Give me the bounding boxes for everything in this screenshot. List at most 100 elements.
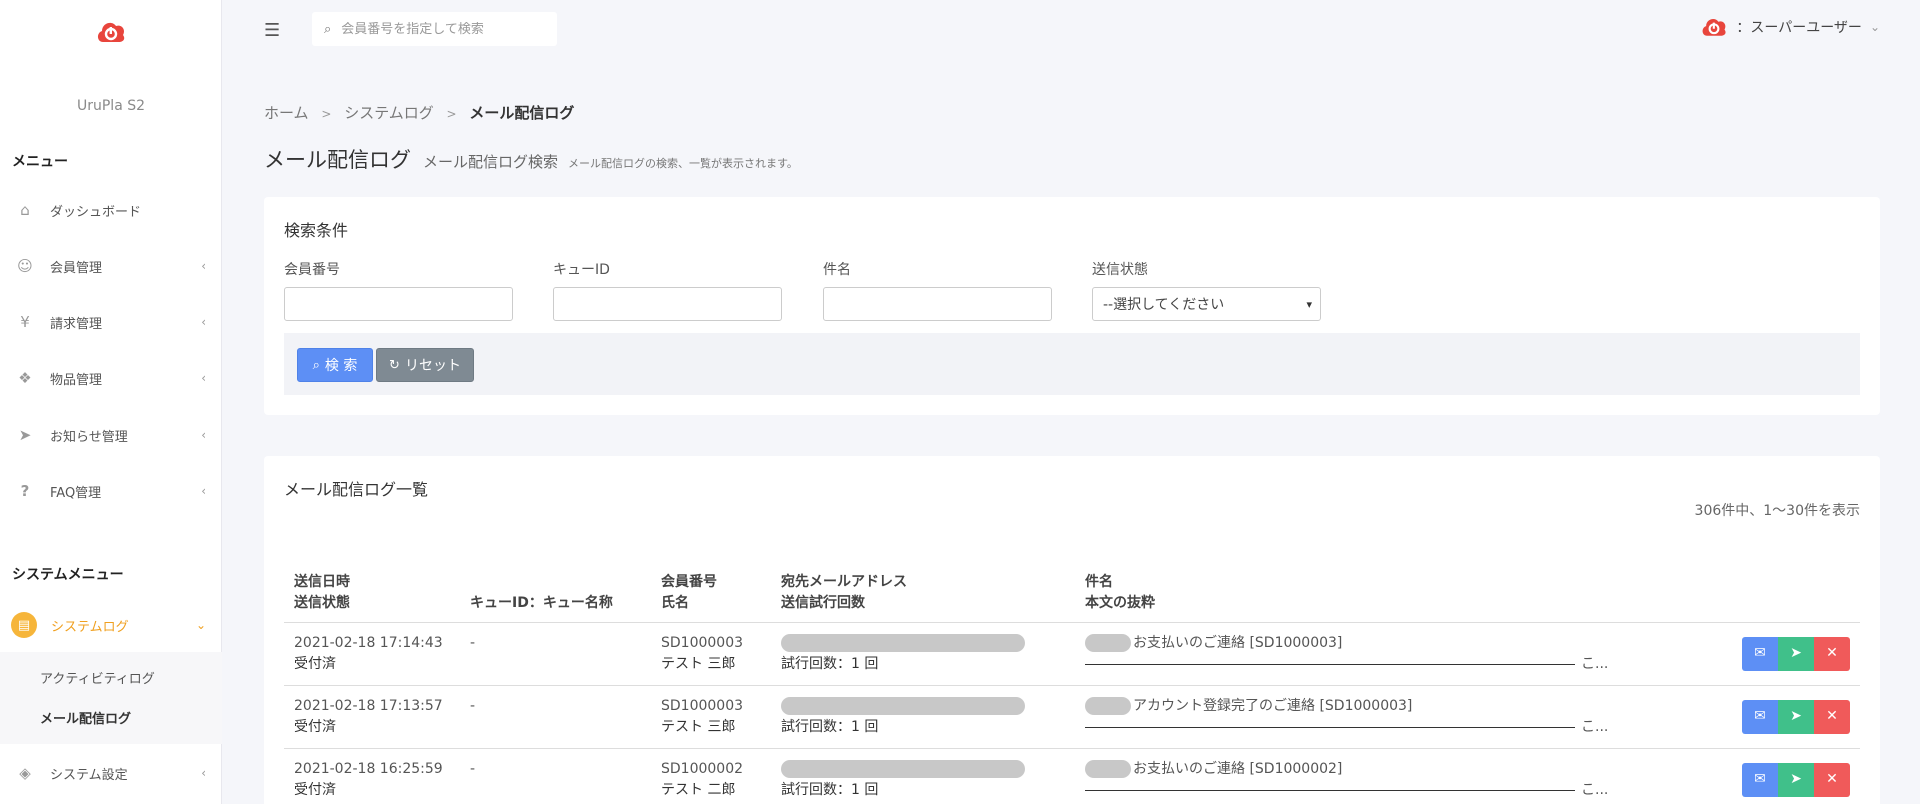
- mail-icon[interactable]: ✉: [1742, 762, 1778, 797]
- sidebar-item-label: システム設定: [50, 767, 128, 783]
- table-row: 2021-02-18 16:25:59 受付済 - SD1000002 テスト …: [284, 748, 1860, 804]
- delete-icon[interactable]: ✕: [1814, 636, 1850, 671]
- row-excerpt: こ...: [1581, 781, 1609, 798]
- header-name: 氏名: [661, 594, 689, 611]
- page-header: メール配信ログ メール配信ログ検索 メール配信ログの検索、一覧が表示されます。: [264, 144, 798, 174]
- row-name: テスト 二郎: [661, 781, 736, 798]
- chevron-down-icon: ⌄: [195, 618, 206, 632]
- redacted-email: [781, 759, 1025, 778]
- resend-icon[interactable]: ➤: [1778, 636, 1814, 671]
- header-address-label: 宛先メールアドレス: [781, 573, 907, 590]
- breadcrumb: ホーム > システムログ > メール配信ログ: [264, 102, 574, 123]
- member-search-input[interactable]: [341, 21, 532, 37]
- chevron-left-icon: ‹: [201, 259, 206, 273]
- chevron-left-icon: ‹: [201, 484, 206, 498]
- cell-actions: ✉ ➤ ✕: [1695, 685, 1860, 749]
- cell-address: 試行回数：1 回: [771, 685, 1075, 749]
- hamburger-menu-icon[interactable]: ☰: [264, 20, 280, 41]
- brand-name: UruPla S2: [76, 98, 146, 114]
- redacted-email: [781, 696, 1025, 715]
- table-header-row: 送信日時 送信状態 キューID：キュー名称 会員番号 氏名 宛先メールアドレス …: [284, 560, 1860, 623]
- chevron-left-icon: ‹: [201, 428, 206, 442]
- sidebar-item-system-settings[interactable]: ◈ システム設定 ‹: [0, 753, 222, 793]
- sidebar-item-label: 請求管理: [50, 316, 103, 332]
- row-tries: 試行回数：1 回: [781, 781, 879, 798]
- brand-logo-icon[interactable]: [95, 18, 127, 46]
- header-status: 送信状態: [294, 594, 350, 611]
- row-tries: 試行回数：1 回: [781, 655, 879, 672]
- delete-icon[interactable]: ✕: [1814, 762, 1850, 797]
- table-row: 2021-02-18 17:14:43 受付済 - SD1000003 テスト …: [284, 622, 1860, 686]
- resend-icon[interactable]: ➤: [1778, 699, 1814, 734]
- sub-item-mail-log[interactable]: メール配信ログ: [40, 708, 131, 727]
- sidebar-item-dashboard[interactable]: ⌂ ダッシュボード: [0, 190, 222, 230]
- redacted-text: [1085, 633, 1131, 652]
- sidebar-item-label: システムログ: [51, 619, 129, 635]
- sidebar-item-system-log[interactable]: ▤ システムログ ⌄: [0, 605, 222, 645]
- sidebar-item-members[interactable]: ☺ 会員管理 ‹: [0, 246, 222, 286]
- row-member-no[interactable]: SD1000002: [661, 759, 761, 780]
- header-member-no: 会員番号: [661, 573, 717, 590]
- sub-item-activity-log[interactable]: アクティビティログ: [40, 668, 155, 687]
- sidebar: UruPla S2 メニュー ⌂ ダッシュボード ☺ 会員管理 ‹ ¥ 請求管理…: [0, 0, 222, 804]
- sidebar-item-label: ダッシュボード: [50, 204, 142, 220]
- row-status: 受付済: [294, 655, 336, 672]
- sidebar-item-label: 物品管理: [50, 372, 103, 388]
- chevron-down-icon: ▾: [1306, 297, 1312, 311]
- subject-input[interactable]: [823, 287, 1052, 321]
- row-status: 受付済: [294, 718, 336, 735]
- row-member-no[interactable]: SD1000003: [661, 633, 761, 654]
- table-row: 2021-02-18 17:13:57 受付済 - SD1000003 テスト …: [284, 685, 1860, 749]
- sidebar-item-billing[interactable]: ¥ 請求管理 ‹: [0, 302, 222, 342]
- sidebar-item-goods[interactable]: ❖ 物品管理 ‹: [0, 358, 222, 398]
- queue-id-input[interactable]: [553, 287, 782, 321]
- chevron-down-icon: ⌄: [1869, 20, 1880, 34]
- cell-member: SD1000003 テスト 三郎: [651, 622, 771, 686]
- user-menu[interactable]: ：スーパーユーザー ⌄: [1700, 14, 1880, 40]
- search-button-label: 検 索: [324, 358, 358, 374]
- header-subject-label: 件名: [1085, 573, 1113, 590]
- search-icon: ⌕: [312, 357, 320, 373]
- breadcrumb-home[interactable]: ホーム: [264, 104, 309, 122]
- breadcrumb-system-log[interactable]: システムログ: [344, 104, 434, 122]
- sidebar-item-faq[interactable]: ? FAQ管理 ‹: [0, 471, 222, 511]
- yen-icon: ¥: [20, 313, 30, 331]
- row-subject: アカウント登録完了のご連絡 [SD1000003]: [1133, 697, 1413, 714]
- header-actions: [1695, 560, 1860, 623]
- status-select[interactable]: --選択してください ▾: [1092, 287, 1321, 321]
- delete-icon[interactable]: ✕: [1814, 699, 1850, 734]
- row-datetime: 2021-02-18 17:14:43: [294, 634, 443, 651]
- home-icon: ⌂: [20, 201, 30, 219]
- search-button[interactable]: ⌕ 検 索: [297, 348, 373, 382]
- page-subtitle: メール配信ログ検索: [423, 153, 559, 171]
- cell-member: SD1000003 テスト 三郎: [651, 685, 771, 749]
- avatar: [1702, 18, 1726, 36]
- row-datetime: 2021-02-18 16:25:59: [294, 760, 443, 777]
- row-queue: -: [460, 685, 651, 749]
- search-button-bar: ⌕ 検 索 ↻ リセット: [284, 333, 1860, 395]
- row-status: 受付済: [294, 781, 336, 798]
- header-datetime: 送信日時: [294, 573, 350, 590]
- row-excerpt: こ...: [1581, 718, 1609, 735]
- breadcrumb-separator: >: [446, 107, 457, 121]
- reset-button[interactable]: ↻ リセット: [376, 348, 474, 382]
- cell-subject: お支払いのご連絡 [SD1000002] こ...: [1075, 748, 1695, 804]
- row-member-no[interactable]: SD1000003: [661, 696, 761, 717]
- sidebar-item-label: FAQ管理: [50, 485, 102, 501]
- row-excerpt: こ...: [1581, 655, 1609, 672]
- menu-heading: メニュー: [12, 154, 68, 170]
- mail-log-table: 送信日時 送信状態 キューID：キュー名称 会員番号 氏名 宛先メールアドレス …: [284, 560, 1860, 804]
- breadcrumb-separator: >: [321, 107, 332, 121]
- resend-icon[interactable]: ➤: [1778, 762, 1814, 797]
- system-menu-heading: システムメニュー: [12, 567, 124, 583]
- redacted-text: [1085, 759, 1131, 778]
- refresh-icon: ↻: [389, 357, 400, 373]
- result-count: 306件中、1〜30件を表示: [1694, 503, 1860, 519]
- header-queue-label: キューID：キュー名称: [470, 594, 613, 611]
- member-no-input[interactable]: [284, 287, 513, 321]
- layers-icon: ◈: [19, 764, 31, 782]
- chevron-left-icon: ‹: [201, 371, 206, 385]
- mail-icon[interactable]: ✉: [1742, 699, 1778, 734]
- sidebar-item-news[interactable]: ➤ お知らせ管理 ‹: [0, 415, 222, 455]
- mail-icon[interactable]: ✉: [1742, 636, 1778, 671]
